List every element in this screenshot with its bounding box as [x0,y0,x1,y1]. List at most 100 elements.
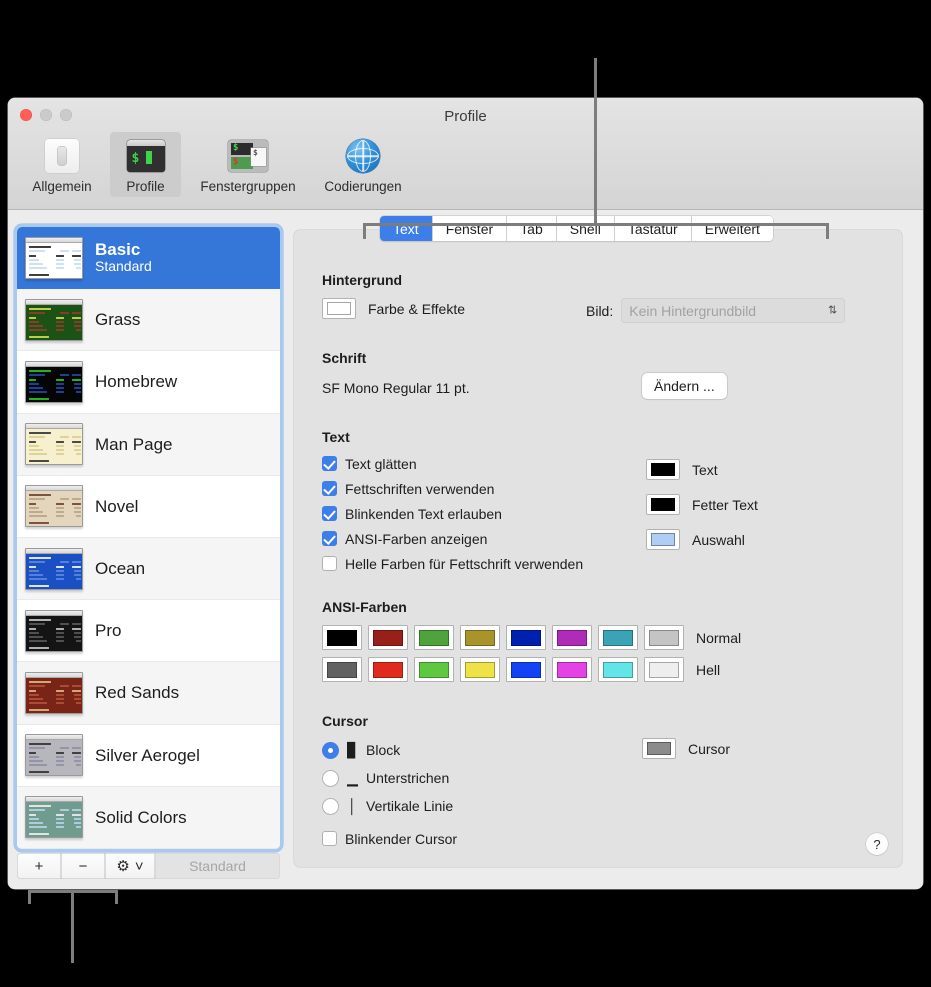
toolbar-item-profile[interactable]: $ Profile [110,132,181,197]
profile-name: Ocean [95,559,146,579]
text-color-well-row: Auswahl [646,522,758,557]
ansi-swatch[interactable] [460,625,500,650]
tab-fenster[interactable]: Fenster [432,216,508,241]
checkbox[interactable] [322,456,337,471]
text-option-row[interactable]: Helle Farben für Fettschrift verwenden [322,551,583,576]
profile-list[interactable]: Basic Standard Grass Homebrew Man Page Novel O… [17,227,280,849]
cursor-option-row[interactable]: ▊ Block [322,736,453,764]
cursor-shape-options: ▊ Block ▁ Unterstrichen │ Vertikale Linie [322,736,453,820]
checkbox[interactable] [322,531,337,546]
checkbox[interactable] [322,481,337,496]
text-option-label: ANSI-Farben anzeigen [345,530,488,547]
color-well-label: Auswahl [692,531,745,548]
text-option-row[interactable]: ANSI-Farben anzeigen [322,526,583,551]
ansi-swatch[interactable] [644,625,684,650]
ansi-swatch[interactable] [368,625,408,650]
toolbar-item-codierungen[interactable]: Codierungen [315,132,411,197]
callout-top-horizontal [363,223,829,226]
ansi-bright-swatches[interactable] [322,657,684,682]
radio-button[interactable] [322,797,339,815]
callout-bottom-right-tick [115,890,118,904]
ansi-swatch[interactable] [414,657,454,682]
text-color-well-row: Text [646,452,758,487]
preferences-toolbar: Allgemein $ Profile Fenstergruppen [14,132,411,197]
cursor-option-row[interactable]: ▁ Unterstrichen [322,764,453,792]
window-title: Profile [444,108,487,125]
font-value-label: SF Mono Regular 11 pt. [322,380,470,396]
ansi-swatch[interactable] [598,657,638,682]
profile-name-block: Man Page [95,435,173,454]
ansi-swatch[interactable] [644,657,684,682]
profile-row-basic[interactable]: Basic Standard [17,227,280,290]
text-option-label: Blinkenden Text erlauben [345,505,502,522]
settings-tab-bar[interactable]: Text Fenster Tab Shell Tastatur Erweitert [380,216,773,241]
text-option-label: Text glätten [345,455,417,472]
font-section-heading: Schrift [322,350,367,366]
background-color-well[interactable] [322,298,356,319]
ansi-swatch[interactable] [460,657,500,682]
blink-cursor-checkbox-row[interactable]: Blinkender Cursor [322,826,457,851]
toolbar-item-fenstergruppen[interactable]: Fenstergruppen [181,132,315,197]
ansi-swatch[interactable] [506,657,546,682]
tab-tab[interactable]: Tab [507,216,557,241]
ansi-swatch[interactable] [506,625,546,650]
tab-shell[interactable]: Shell [556,216,615,241]
profile-row-solid-colors[interactable]: Solid Colors [17,786,280,849]
text-option-label: Helle Farben für Fettschrift verwenden [345,555,584,572]
profile-row-homebrew[interactable]: Homebrew [17,351,280,414]
profile-row-ocean[interactable]: Ocean [17,537,280,601]
profile-thumbnail [25,547,83,590]
ansi-swatch[interactable] [368,657,408,682]
checkbox[interactable] [322,556,337,571]
profile-actions-menu-button[interactable]: ⚙ ˅ [105,853,155,879]
ansi-swatch[interactable] [414,625,454,650]
help-button[interactable]: ? [866,833,888,855]
cursor-color-well[interactable] [642,738,676,759]
profile-row-silver-aerogel[interactable]: Silver Aerogel [17,725,280,787]
blink-cursor-checkbox[interactable] [322,831,337,846]
text-option-row[interactable]: Text glätten [322,451,583,476]
cursor-section-heading: Cursor [322,713,368,729]
profile-name-block: Silver Aerogel [95,746,200,765]
profile-list-buttons: + − ⚙ ˅ Standard [17,853,280,879]
ansi-swatch[interactable] [552,657,592,682]
text-option-row[interactable]: Fettschriften verwenden [322,476,583,501]
profile-row-pro[interactable]: Pro [17,600,280,663]
background-image-popup[interactable]: Kein Hintergrundbild ⇅ [621,298,846,323]
ansi-section-heading: ANSI-Farben [322,599,407,615]
color-well[interactable] [646,494,680,515]
toolbar-item-allgemein[interactable]: Allgemein [14,132,110,197]
color-well-label: Fetter Text [692,496,758,513]
cursor-option-label: Vertikale Linie [366,798,454,814]
radio-button[interactable] [322,769,339,787]
change-font-button[interactable]: Ändern ... [642,373,727,399]
ansi-swatch[interactable] [322,657,362,682]
profile-row-novel[interactable]: Novel [17,476,280,538]
radio-button[interactable] [322,741,339,759]
background-image-label: Bild: [586,302,614,319]
ansi-swatch[interactable] [598,625,638,650]
text-option-row[interactable]: Blinkenden Text erlauben [322,501,583,526]
ansi-normal-swatches[interactable] [322,625,684,650]
background-image-value: Kein Hintergrundbild [629,302,757,319]
profile-row-man-page[interactable]: Man Page [17,413,280,476]
chevron-down-icon: ˅ [134,857,144,875]
profile-name: Basic [95,240,141,260]
ansi-swatch[interactable] [552,625,592,650]
profile-row-grass[interactable]: Grass [17,289,280,352]
profile-row-red-sands[interactable]: Red Sands [17,662,280,725]
tab-erweitert[interactable]: Erweitert [691,216,773,241]
tab-text[interactable]: Text [380,216,433,241]
remove-profile-button[interactable]: − [61,853,105,879]
cursor-blink-row: Blinkender Cursor [322,826,457,851]
window-titlebar: Profile Allgemein $ Profile Fenstergr [8,98,923,210]
screenshot-root: Profile Allgemein $ Profile Fenstergr [0,0,931,987]
tab-tastatur[interactable]: Tastatur [614,216,692,241]
set-default-button[interactable]: Standard [155,853,280,879]
color-well[interactable] [646,529,680,550]
ansi-swatch[interactable] [322,625,362,650]
add-profile-button[interactable]: + [17,853,61,879]
color-well[interactable] [646,459,680,480]
checkbox[interactable] [322,506,337,521]
cursor-option-row[interactable]: │ Vertikale Linie [322,792,453,820]
